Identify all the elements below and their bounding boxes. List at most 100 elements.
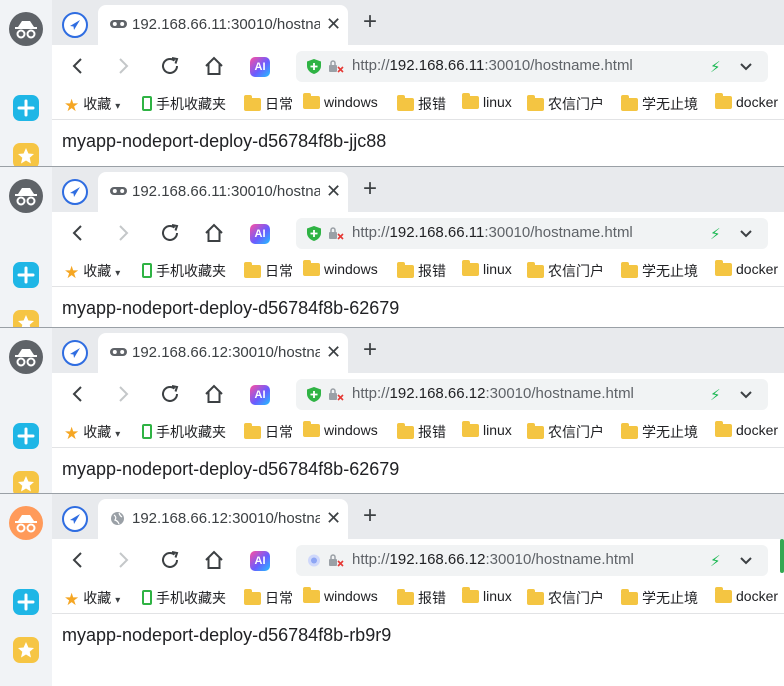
bookmark-mobile[interactable]: 手机收藏夹 [142, 261, 226, 281]
forward-button[interactable] [112, 222, 134, 244]
bookmark-folder[interactable]: linux [462, 93, 512, 110]
sidebar-app-plus-icon[interactable] [13, 589, 39, 615]
browser-tab[interactable]: 192.168.66.11:30010/hostname.html ✕ [98, 172, 348, 212]
address-bar[interactable]: http://192.168.66.12:30010/hostname.html… [296, 379, 768, 410]
bookmark-folder[interactable]: 日常 [244, 94, 293, 114]
incognito-avatar-icon[interactable] [9, 340, 43, 374]
sidebar-app-plus-icon[interactable] [13, 262, 39, 288]
bookmark-folder[interactable]: 学无止境 [621, 261, 698, 281]
home-button[interactable] [203, 383, 225, 405]
reload-button[interactable] [159, 383, 181, 405]
navigation-compass-icon[interactable] [62, 506, 88, 532]
incognito-avatar-icon[interactable] [9, 12, 43, 46]
new-tab-button[interactable]: + [363, 336, 377, 364]
bookmark-folder[interactable]: 农信门户 [527, 422, 604, 442]
browser-tab[interactable]: 192.168.66.11:30010/hostname.html ✕ [98, 5, 348, 45]
sidebar-favorites-star-icon[interactable] [13, 471, 39, 493]
new-tab-button[interactable]: + [363, 502, 377, 530]
reload-button[interactable] [159, 549, 181, 571]
forward-button[interactable] [112, 383, 134, 405]
ai-assistant-button[interactable]: AI [250, 224, 270, 244]
site-info-icon[interactable] [306, 552, 322, 569]
back-button[interactable] [67, 222, 89, 244]
user-avatar-icon[interactable] [9, 506, 43, 540]
back-button[interactable] [67, 55, 89, 77]
security-shield-icon[interactable] [306, 386, 322, 403]
dropdown-arrow-icon[interactable]: ▾ [115, 101, 120, 112]
home-button[interactable] [203, 55, 225, 77]
bookmark-folder[interactable]: docker [715, 93, 778, 110]
navigation-compass-icon[interactable] [62, 12, 88, 38]
browser-tab[interactable]: 192.168.66.12:30010/hostname.html ✕ [98, 333, 348, 373]
back-button[interactable] [67, 549, 89, 571]
home-button[interactable] [203, 222, 225, 244]
reload-button[interactable] [159, 222, 181, 244]
new-tab-button[interactable]: + [363, 175, 377, 203]
reload-button[interactable] [159, 55, 181, 77]
tab-close-icon[interactable]: ✕ [326, 181, 341, 202]
sidebar-app-plus-icon[interactable] [13, 423, 39, 449]
bookmark-folder[interactable]: 农信门户 [527, 261, 604, 281]
speed-mode-icon[interactable]: ⚡ [710, 225, 721, 243]
bookmark-mobile[interactable]: 手机收藏夹 [142, 588, 226, 608]
bookmark-mobile[interactable]: 手机收藏夹 [142, 94, 226, 114]
bookmark-folder[interactable]: docker [715, 260, 778, 277]
bookmark-favorites[interactable]: ★ 收藏 ▾ [64, 588, 120, 610]
bookmark-folder[interactable]: windows [303, 587, 378, 604]
ai-assistant-button[interactable]: AI [250, 551, 270, 571]
bookmark-folder[interactable]: 农信门户 [527, 588, 604, 608]
bookmark-mobile[interactable]: 手机收藏夹 [142, 422, 226, 442]
bookmark-folder[interactable]: 报错 [397, 94, 446, 114]
bookmark-folder[interactable]: 学无止境 [621, 422, 698, 442]
navigation-compass-icon[interactable] [62, 179, 88, 205]
speed-mode-icon[interactable]: ⚡ [710, 552, 721, 570]
navigation-compass-icon[interactable] [62, 340, 88, 366]
insecure-lock-icon[interactable] [328, 553, 344, 569]
sidebar-favorites-star-icon[interactable] [13, 310, 39, 327]
bookmark-folder[interactable]: windows [303, 93, 378, 110]
back-button[interactable] [67, 383, 89, 405]
sidebar-favorites-star-icon[interactable] [13, 637, 39, 663]
tab-close-icon[interactable]: ✕ [326, 14, 341, 35]
tab-close-icon[interactable]: ✕ [326, 508, 341, 529]
incognito-avatar-icon[interactable] [9, 179, 43, 213]
speed-mode-icon[interactable]: ⚡ [710, 58, 721, 76]
bookmark-favorites[interactable]: ★ 收藏 ▾ [64, 94, 120, 116]
ai-assistant-button[interactable]: AI [250, 385, 270, 405]
address-bar[interactable]: http://192.168.66.11:30010/hostname.html… [296, 51, 768, 82]
forward-button[interactable] [112, 549, 134, 571]
dropdown-arrow-icon[interactable]: ▾ [115, 268, 120, 279]
home-button[interactable] [203, 549, 225, 571]
sidebar-app-plus-icon[interactable] [13, 95, 39, 121]
insecure-lock-icon[interactable] [328, 226, 344, 242]
bookmark-folder[interactable]: 农信门户 [527, 94, 604, 114]
bookmark-folder[interactable]: linux [462, 421, 512, 438]
bookmark-folder[interactable]: 报错 [397, 422, 446, 442]
insecure-lock-icon[interactable] [328, 387, 344, 403]
insecure-lock-icon[interactable] [328, 59, 344, 75]
chevron-down-icon[interactable] [738, 226, 754, 247]
bookmark-folder[interactable]: 日常 [244, 588, 293, 608]
new-tab-button[interactable]: + [363, 8, 377, 36]
bookmark-favorites[interactable]: ★ 收藏 ▾ [64, 261, 120, 283]
bookmark-folder[interactable]: 学无止境 [621, 94, 698, 114]
dropdown-arrow-icon[interactable]: ▾ [115, 429, 120, 440]
bookmark-folder[interactable]: linux [462, 587, 512, 604]
bookmark-folder[interactable]: 学无止境 [621, 588, 698, 608]
browser-tab[interactable]: 192.168.66.12:30010/hostname.html ✕ [98, 499, 348, 539]
dropdown-arrow-icon[interactable]: ▾ [115, 595, 120, 606]
forward-button[interactable] [112, 55, 134, 77]
bookmark-folder[interactable]: windows [303, 260, 378, 277]
bookmark-folder[interactable]: 报错 [397, 588, 446, 608]
speed-mode-icon[interactable]: ⚡ [710, 386, 721, 404]
security-shield-icon[interactable] [306, 225, 322, 242]
sidebar-favorites-star-icon[interactable] [13, 143, 39, 166]
tab-close-icon[interactable]: ✕ [326, 342, 341, 363]
bookmark-folder[interactable]: linux [462, 260, 512, 277]
address-bar[interactable]: http://192.168.66.12:30010/hostname.html… [296, 545, 768, 576]
bookmark-folder[interactable]: 报错 [397, 261, 446, 281]
ai-assistant-button[interactable]: AI [250, 57, 270, 77]
bookmark-favorites[interactable]: ★ 收藏 ▾ [64, 422, 120, 444]
bookmark-folder[interactable]: docker [715, 587, 778, 604]
chevron-down-icon[interactable] [738, 387, 754, 408]
